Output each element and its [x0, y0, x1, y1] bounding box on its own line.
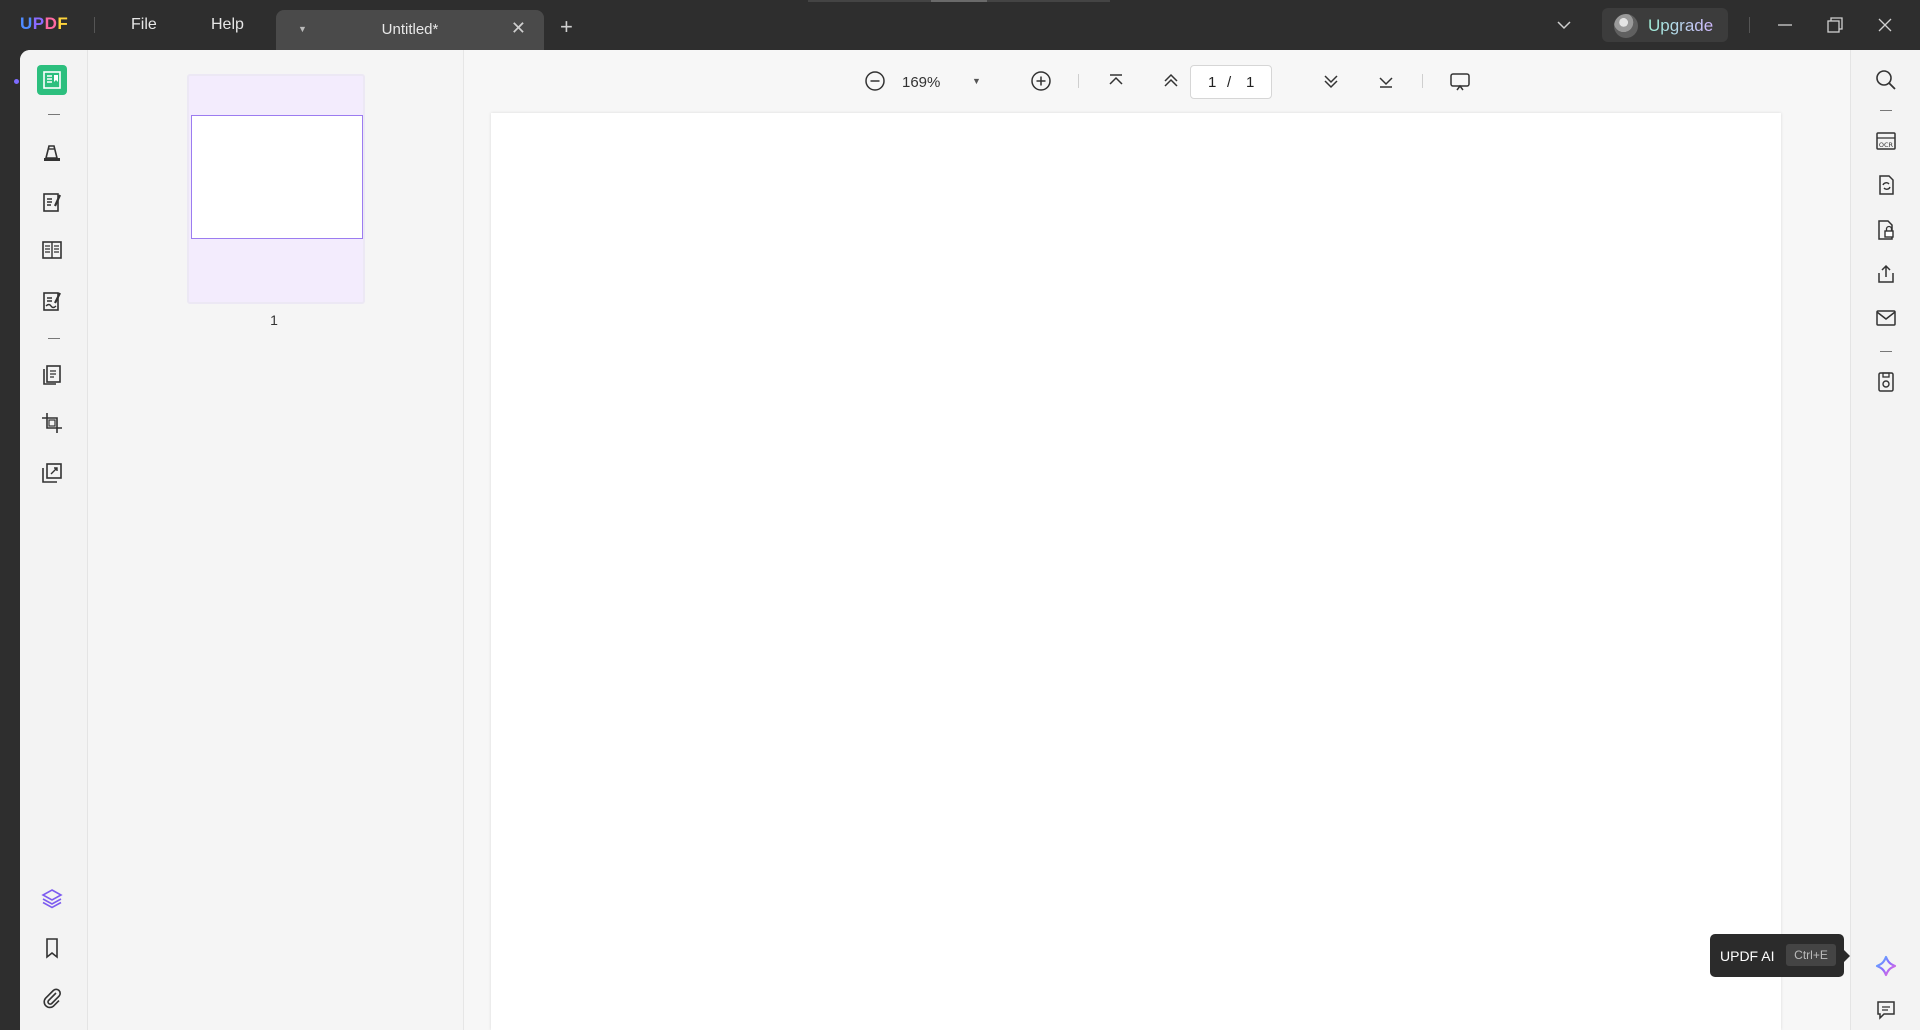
menu-help[interactable]: Help [211, 16, 244, 34]
divider [48, 338, 60, 339]
divider [1880, 110, 1892, 111]
tab-close-icon[interactable]: ✕ [511, 18, 526, 39]
bookmark-icon[interactable] [37, 933, 67, 963]
divider [1422, 74, 1423, 88]
presentation-icon[interactable] [1448, 69, 1472, 93]
updf-ai-icon[interactable] [1874, 954, 1898, 978]
view-toolbar: 169% ▼ 1 / 1 [464, 50, 1850, 112]
tooltip-shortcut: Ctrl+E [1786, 944, 1836, 966]
organize-pages-icon[interactable] [37, 360, 67, 390]
new-tab-plus-icon[interactable]: + [560, 14, 573, 40]
edit-pdf-icon[interactable] [37, 187, 67, 217]
save-icon[interactable] [1874, 370, 1898, 394]
title-bar: UPDF File Help ▼ Untitled* ✕ + Upgrade [0, 0, 1920, 50]
first-page-icon[interactable] [1104, 69, 1128, 93]
divider [94, 17, 95, 33]
email-icon[interactable] [1874, 306, 1898, 330]
document-tab[interactable]: ▼ Untitled* ✕ [276, 10, 544, 50]
attachment-icon[interactable] [37, 983, 67, 1013]
form-icon[interactable] [37, 235, 67, 265]
total-pages: 1 [1246, 74, 1255, 91]
chat-icon[interactable] [1874, 998, 1898, 1022]
zoom-in-icon[interactable] [1029, 69, 1053, 93]
main-frame: 1 169% ▼ 1 / 1 OCR [20, 50, 1920, 1030]
upgrade-button[interactable]: Upgrade [1602, 8, 1728, 42]
page-number-input[interactable]: 1 / 1 [1190, 65, 1272, 99]
document-area: 169% ▼ 1 / 1 [464, 50, 1850, 1030]
zoom-dropdown-caret-icon[interactable]: ▼ [972, 76, 981, 86]
divider [1749, 17, 1750, 33]
svg-text:OCR: OCR [1879, 141, 1894, 149]
divider [1078, 74, 1079, 88]
page-separator: / [1227, 74, 1232, 91]
current-page: 1 [1208, 74, 1217, 91]
tab-list-chevron-down-icon[interactable] [1556, 17, 1572, 33]
zoom-level[interactable]: 169% [902, 74, 940, 91]
next-page-icon[interactable] [1319, 69, 1343, 93]
search-icon[interactable] [1874, 68, 1898, 92]
thumbnail-page-number: 1 [270, 312, 278, 328]
tools-icon[interactable] [37, 458, 67, 488]
comment-highlighter-icon[interactable] [37, 137, 67, 167]
convert-icon[interactable] [1874, 173, 1898, 197]
crop-icon[interactable] [37, 408, 67, 438]
restore-icon[interactable] [1824, 14, 1846, 36]
protect-icon[interactable] [1874, 218, 1898, 242]
thumbnail-page-preview [191, 115, 363, 239]
tooltip-label: UPDF AI [1720, 948, 1775, 964]
divider [1880, 351, 1892, 352]
last-page-icon[interactable] [1374, 69, 1398, 93]
updf-logo: UPDF [20, 14, 69, 33]
previous-page-icon[interactable] [1159, 69, 1183, 93]
share-icon[interactable] [1874, 262, 1898, 286]
reader-icon[interactable] [37, 65, 67, 95]
thumbnail-panel: 1 [88, 50, 464, 1030]
upgrade-label: Upgrade [1648, 16, 1714, 35]
minimize-icon[interactable] [1774, 14, 1796, 36]
left-tool-rail [20, 50, 88, 1030]
window-drag-indicator [808, 0, 1110, 2]
tab-title: Untitled* [381, 21, 439, 38]
zoom-out-icon[interactable] [863, 69, 887, 93]
menu-file[interactable]: File [131, 16, 157, 34]
right-tool-rail: OCR [1850, 50, 1920, 1030]
layers-icon[interactable] [37, 883, 67, 913]
updf-ai-tooltip: UPDF AI Ctrl+E [1710, 934, 1850, 977]
ocr-icon[interactable]: OCR [1874, 129, 1898, 153]
document-page[interactable] [491, 113, 1781, 1030]
left-edge-dot [14, 79, 19, 84]
close-window-icon[interactable] [1874, 14, 1896, 36]
avatar [1614, 14, 1638, 38]
divider [48, 114, 60, 115]
page-thumbnail[interactable] [187, 74, 365, 304]
fill-sign-icon[interactable] [37, 286, 67, 316]
